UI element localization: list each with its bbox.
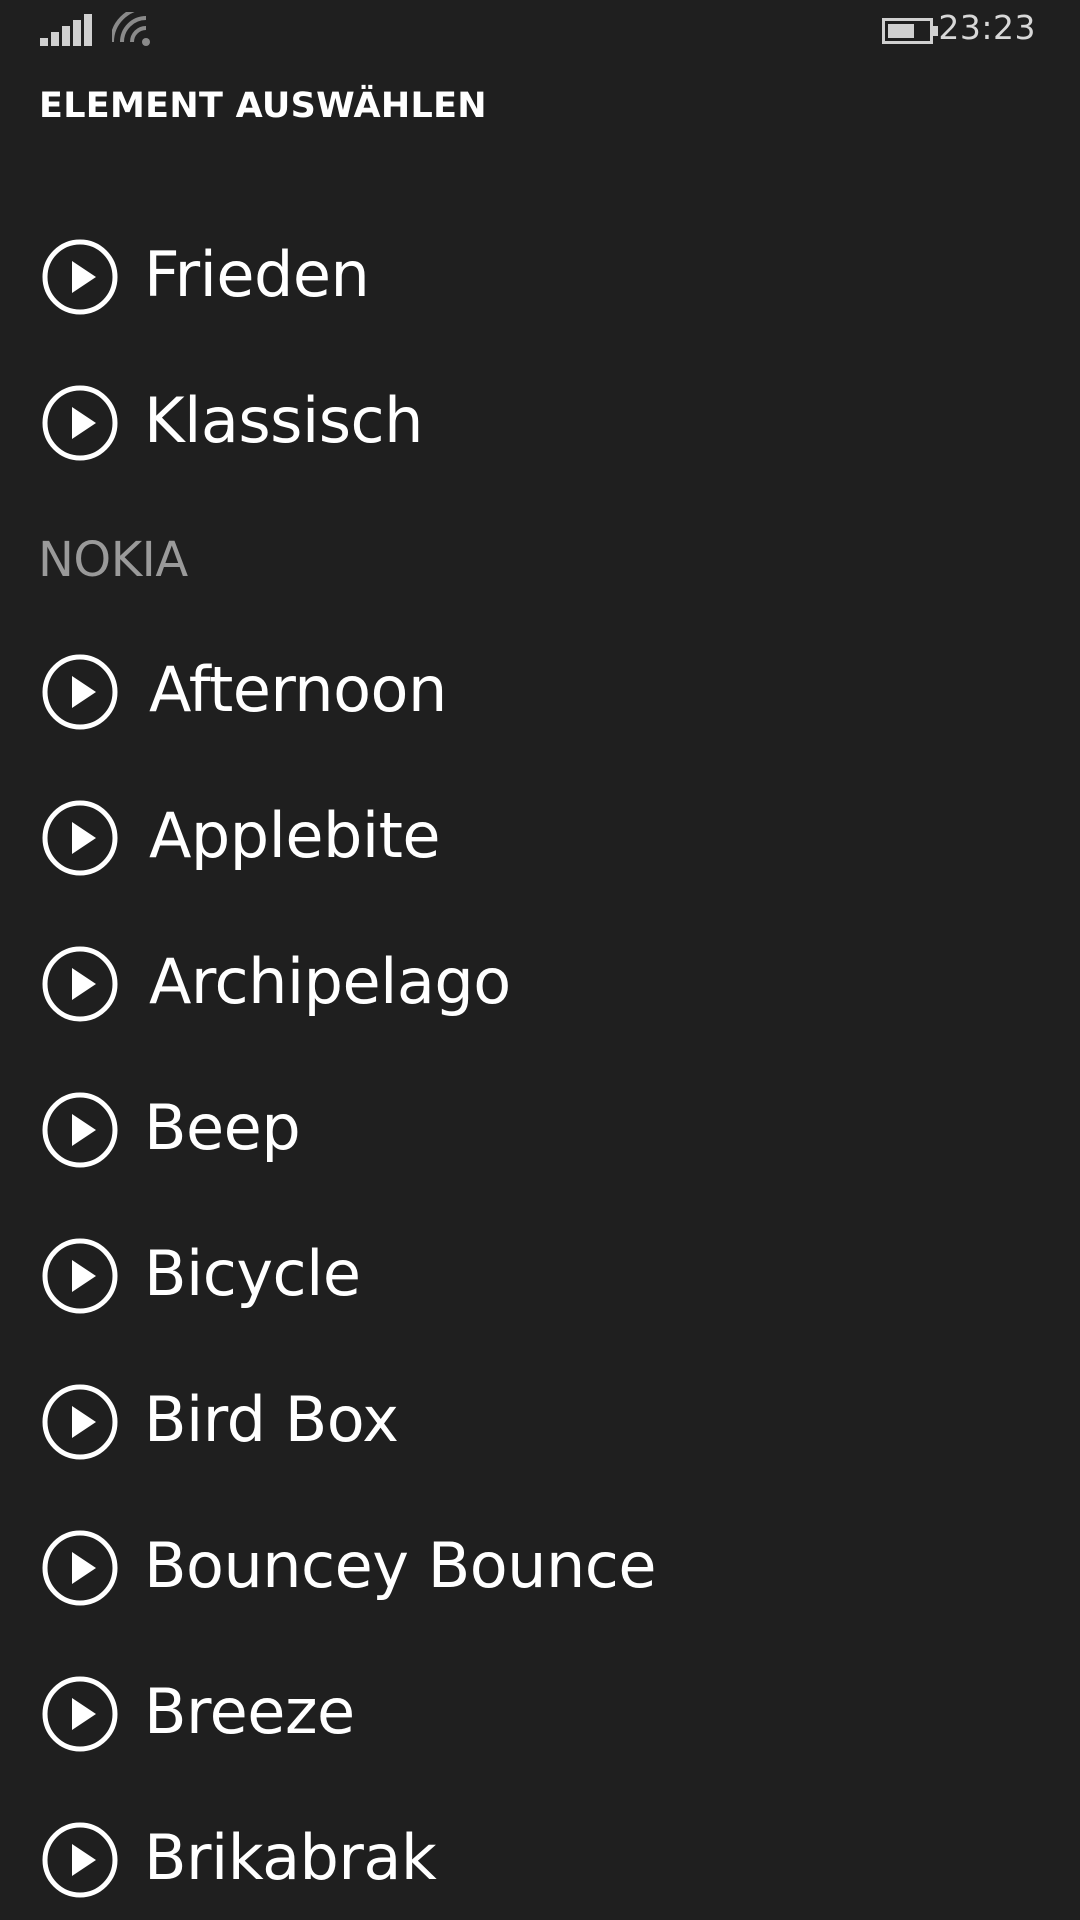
page-title: ELEMENT AUSWÄHLEN [39,86,487,126]
list-item-label: Bouncey Bounce [144,1529,656,1602]
list-item[interactable]: Bird Box [0,1344,1080,1490]
list-item-label: Afternoon [149,653,447,726]
play-icon [42,654,118,730]
list-item[interactable]: Afternoon [0,614,1080,760]
play-icon [42,800,118,876]
list-item-label: Applebite [149,799,441,872]
list-item[interactable]: Archipelago [0,906,1080,1052]
play-icon [42,1822,118,1898]
play-icon [42,1092,118,1168]
play-icon [42,946,118,1022]
list-item-label: Breeze [144,1675,355,1748]
list-item[interactable]: Bicycle [0,1198,1080,1344]
play-icon [42,1238,118,1314]
play-icon [42,1384,118,1460]
list-item[interactable]: Beep [0,1052,1080,1198]
list-item-label: Brikabrak [144,1821,437,1894]
list-item[interactable]: Brikabrak [0,1782,1080,1920]
play-icon [42,239,118,315]
section-header: NOKIA [38,532,188,588]
play-icon [42,1530,118,1606]
list-item-label: Archipelago [149,945,511,1018]
list-item[interactable]: Breeze [0,1636,1080,1782]
list-item-label: Klassisch [144,384,423,457]
list-item[interactable]: Frieden [0,199,1080,345]
list-item-label: Bicycle [144,1237,361,1310]
list-item-label: Bird Box [144,1383,399,1456]
status-bar: 23:23 [0,0,1080,60]
list-item-label: Frieden [144,238,370,311]
battery-icon [882,18,938,44]
wifi-icon [112,12,150,46]
play-icon [42,1676,118,1752]
signal-strength-icon [40,14,92,46]
list-item[interactable]: Applebite [0,760,1080,906]
list-item[interactable]: Klassisch [0,345,1080,491]
list-item[interactable]: Bouncey Bounce [0,1490,1080,1636]
play-icon [42,385,118,461]
clock-time: 23:23 [938,8,1036,47]
list-item-label: Beep [144,1091,301,1164]
